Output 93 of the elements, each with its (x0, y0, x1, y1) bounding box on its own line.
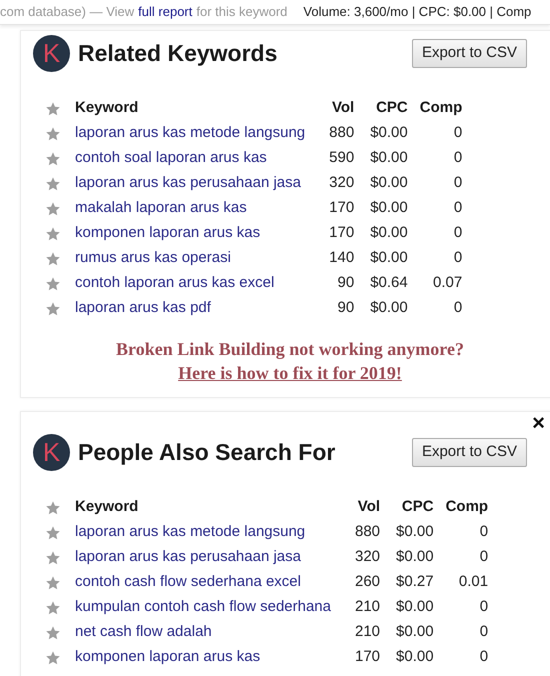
table-cell-text: 880 (328, 123, 354, 144)
star-icon[interactable] (45, 524, 61, 540)
keyword-stats: Volume: 3,600/mo | CPC: $0.00 | Comp (303, 3, 532, 22)
table-cell: $0.00 (354, 296, 408, 321)
table-cell: $0.00 (354, 221, 408, 246)
star-icon[interactable] (45, 200, 61, 216)
table-cell: $0.64 (354, 271, 408, 296)
table-cell: 0 (408, 146, 462, 171)
table-cell-text: 320 (328, 173, 354, 194)
section-title: People Also Search For (78, 438, 336, 466)
column-header: Vol (356, 497, 380, 518)
table-cell: $0.00 (354, 196, 408, 221)
top-text: for this keyword (196, 3, 288, 22)
star-icon[interactable] (45, 276, 61, 292)
keyword-link[interactable]: laporan arus kas metode langsung (75, 124, 306, 142)
keyword-link[interactable]: kumpulan contoh cash flow sederhana (75, 598, 331, 616)
table-cell-text: $0.00 (395, 622, 434, 642)
full-report-link[interactable]: full report (138, 2, 192, 22)
table-cell-text: 0 (478, 522, 488, 542)
logo: K (33, 35, 70, 72)
table-cell-text: 170 (354, 647, 380, 668)
table-cell-text: 170 (328, 223, 354, 244)
logo: K (33, 434, 70, 471)
section-title: Related Keywords (78, 40, 278, 68)
table-cell-text: 140 (328, 248, 354, 268)
table-cell-text: 90 (336, 298, 354, 318)
table-cell-text: 590 (328, 148, 354, 168)
column-header: Keyword (74, 497, 140, 518)
keyword-link[interactable]: laporan arus kas metode langsung (75, 523, 306, 540)
promo-text: Broken Link Building not working anymore? (115, 338, 465, 361)
table-cell: 0.07 (408, 271, 462, 296)
table-cell: $0.00 (354, 146, 408, 171)
star-icon[interactable] (45, 126, 61, 142)
keyword-link[interactable]: contoh laporan arus kas excel (75, 274, 274, 292)
star-icon[interactable] (45, 100, 61, 116)
star-icon[interactable] (45, 574, 61, 590)
star-icon[interactable] (45, 624, 61, 640)
keyword-link[interactable]: contoh cash flow sederhana excel (75, 573, 301, 590)
column-header: CPC (375, 98, 408, 118)
table-cell-text: $0.00 (395, 647, 434, 668)
table-cell-text: 0 (478, 647, 488, 668)
table-cell-text: $0.27 (395, 572, 434, 592)
table-cell-text: 0.01 (458, 572, 488, 592)
star-icon[interactable] (45, 250, 61, 266)
table-cell: 0 (408, 196, 462, 221)
table-cell: $0.00 (354, 121, 408, 146)
star-icon[interactable] (45, 176, 61, 192)
promo-link[interactable]: Here is how to fix it for 2019! (178, 363, 402, 383)
table-cell: 0 (408, 246, 462, 271)
star-icon[interactable] (45, 150, 61, 166)
export-button[interactable]: Export to CSV (412, 39, 527, 68)
keyword-link[interactable]: makalah laporan arus kas (75, 199, 247, 216)
star-icon[interactable] (45, 550, 61, 566)
table-cell: 210 (331, 595, 380, 620)
column-header: Vol (330, 98, 354, 118)
table-cell-text: $0.00 (395, 547, 434, 568)
table-cell-text: 0 (478, 622, 488, 642)
table-cell: 0 (408, 171, 462, 196)
table-cell-text: 260 (354, 572, 380, 592)
table-cell-text: 880 (354, 522, 380, 542)
table-cell: 0 (408, 296, 462, 321)
keyword-link[interactable]: contoh soal laporan arus kas (75, 149, 267, 166)
star-icon[interactable] (45, 226, 61, 242)
star-icon[interactable] (45, 300, 61, 316)
table-cell-text: 0 (478, 547, 488, 568)
star-icon[interactable] (45, 650, 61, 666)
table-cell-text: 170 (328, 198, 354, 218)
star-icon[interactable] (45, 600, 61, 616)
column-header: Comp (408, 96, 462, 121)
export-button[interactable]: Export to CSV (412, 438, 527, 467)
table-cell-text: 210 (354, 622, 380, 642)
close-button[interactable]: × (532, 412, 545, 434)
table-cell: 0 (408, 121, 462, 146)
keyword-link[interactable]: laporan arus kas perusahaan jasa (75, 548, 301, 566)
star-icon[interactable] (45, 500, 61, 516)
top-text: com database) — View (0, 3, 134, 22)
keyword-link[interactable]: laporan arus kas perusahaan jasa (75, 174, 301, 192)
keyword-link[interactable]: laporan arus kas pdf (75, 299, 211, 316)
keyword-link[interactable]: rumus arus kas operasi (75, 249, 231, 266)
table-cell-text: 0 (478, 597, 488, 618)
table-cell-text: 320 (354, 547, 380, 568)
table-cell: $0.00 (354, 246, 408, 271)
keyword-link[interactable]: net cash flow adalah (75, 623, 212, 640)
table-cell-text: $0.00 (395, 597, 434, 618)
column-header: CPC (400, 497, 434, 518)
table-cell-text: 90 (336, 273, 354, 294)
table-cell: 0 (408, 221, 462, 246)
keyword-link[interactable]: komponen laporan arus kas (75, 224, 260, 242)
column-header: Keyword (74, 98, 140, 118)
table-cell: $0.00 (354, 171, 408, 196)
keyword-link[interactable]: komponen laporan arus kas (75, 648, 260, 666)
column-header: Comp (434, 495, 488, 520)
table-cell-text: $0.00 (395, 522, 434, 542)
